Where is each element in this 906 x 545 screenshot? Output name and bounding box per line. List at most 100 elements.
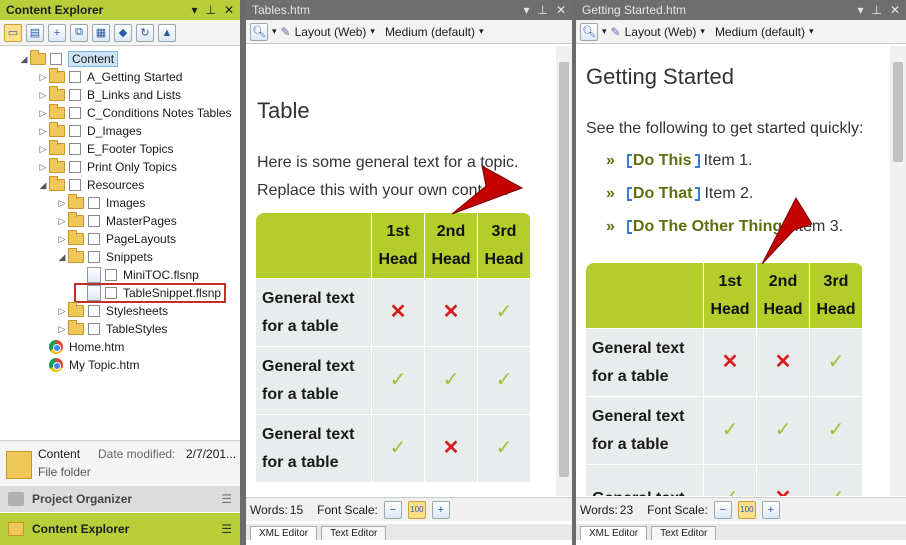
tree-checkbox[interactable] [88,323,100,335]
bullet-link[interactable]: Do This [633,152,692,169]
chevron-down-icon[interactable]: ▾ [370,26,375,37]
collapsed-arrow-icon[interactable]: ▷ [37,126,49,137]
zoom-out-icon[interactable]: − [713,500,732,519]
zoom-icon[interactable]: 🔍︎ [580,22,598,41]
tree-checkbox[interactable] [69,89,81,101]
tab-xml-editor[interactable]: XML Editor [250,526,318,540]
tree-checkbox[interactable] [69,179,81,191]
copy-icon[interactable]: ⧉ [70,23,88,42]
zoom-100-icon[interactable]: 100 [407,500,426,519]
zoom-100-icon[interactable]: 100 [737,500,756,519]
medium-select[interactable]: Medium (default) [385,25,475,39]
collapsed-arrow-icon[interactable]: ▷ [37,72,49,83]
close-icon[interactable]: ✕ [556,3,566,17]
scrollbar-thumb[interactable] [559,62,569,477]
content-table[interactable]: 1st Head 2nd Head 3rd Head General text for a t… [585,262,863,496]
tree-item[interactable]: ◢ Snippets [56,248,153,266]
tree-checkbox[interactable] [69,161,81,173]
tab-xml-editor[interactable]: XML Editor [580,526,648,540]
collapsed-arrow-icon[interactable]: ▷ [56,234,68,245]
tree-checkbox[interactable] [88,197,100,209]
tree-item[interactable]: ▷ Print Only Topics [37,158,177,176]
folder-view-icon[interactable]: ▭ [4,23,22,42]
menu-icon[interactable]: ☰ [221,522,232,536]
collapsed-arrow-icon[interactable]: ▷ [37,162,49,173]
pin-icon[interactable]: ⊥ [537,3,547,17]
layout-select[interactable]: Layout (Web) [625,25,697,39]
properties-icon[interactable]: ◆ [114,23,132,42]
tree-item[interactable]: ▷ PageLayouts [56,230,176,248]
tab-text-editor[interactable]: Text Editor [651,526,717,540]
tree-checkbox[interactable] [88,215,100,227]
editor-content[interactable]: Getting Started See the following to get… [576,46,890,496]
zoom-in-icon[interactable]: + [761,500,780,519]
pin-icon[interactable]: ⊥ [205,3,215,17]
tree-checkbox[interactable] [69,143,81,155]
chevron-down-icon[interactable]: ▾ [479,26,484,37]
bullet-link[interactable]: Do That [633,185,693,202]
dropdown-icon[interactable]: ▾ [602,26,607,37]
open-icon[interactable]: ▲ [158,23,176,42]
zoom-out-icon[interactable]: − [383,500,402,519]
expanded-arrow-icon[interactable]: ◢ [18,54,30,65]
tree-item[interactable]: ▷ Images [56,194,145,212]
tree-item[interactable]: Home.htm [37,338,124,356]
tree-item[interactable]: ▷ TableStyles [56,320,167,338]
tree-item[interactable]: ◢ Resources [37,176,144,194]
dropdown-icon[interactable]: ▾ [857,3,863,17]
tree-checkbox[interactable] [69,107,81,119]
tree-checkbox[interactable] [69,125,81,137]
expanded-arrow-icon[interactable]: ◢ [56,252,68,263]
tree-item[interactable]: ▷ A_Getting Started [37,68,182,86]
zoom-in-icon[interactable]: + [431,500,450,519]
chevron-down-icon[interactable]: ▾ [700,26,705,37]
menu-icon[interactable]: ☰ [221,492,232,506]
refresh-icon[interactable]: ↻ [136,23,154,42]
content-explorer-tab[interactable]: Content Explorer ☰ [0,513,240,545]
tree-checkbox[interactable] [105,269,117,281]
collapsed-arrow-icon[interactable]: ▷ [56,324,68,335]
tree-item[interactable]: ▷ E_Footer Topics [37,140,174,158]
medium-select[interactable]: Medium (default) [715,25,805,39]
tree-checkbox[interactable] [88,233,100,245]
list-view-icon[interactable]: ▤ [26,23,44,42]
dropdown-icon[interactable]: ▾ [191,3,197,17]
tree-checkbox[interactable] [69,71,81,83]
close-icon[interactable]: ✕ [224,3,234,17]
pin-icon[interactable]: ⊥ [871,3,881,17]
tree-checkbox[interactable] [50,53,62,65]
content-table[interactable]: 1st Head 2nd Head 3rd Head General text for a t… [255,212,531,483]
dropdown-icon[interactable]: ▾ [523,3,529,17]
tree-item[interactable]: ▷ B_Links and Lists [37,86,181,104]
tree-item[interactable]: ▷ Stylesheets [56,302,168,320]
tree-checkbox[interactable] [88,251,100,263]
expanded-arrow-icon[interactable]: ◢ [37,180,49,191]
layout-select[interactable]: Layout (Web) [295,25,367,39]
tree-item[interactable]: TableSnippet.flsnp [73,283,227,303]
zoom-icon[interactable]: 🔍︎ [250,22,268,41]
tree-item[interactable]: MiniTOC.flsnp [75,266,199,284]
collapsed-arrow-icon[interactable]: ▷ [37,108,49,119]
tiles-icon[interactable]: ▦ [92,23,110,42]
vertical-scrollbar[interactable] [890,46,906,496]
tree-checkbox[interactable] [105,287,117,299]
collapsed-arrow-icon[interactable]: ▷ [56,198,68,209]
collapsed-arrow-icon[interactable]: ▷ [56,306,68,317]
tree-item[interactable]: ▷ C_Conditions Notes Tables [37,104,232,122]
chevron-down-icon[interactable]: ▾ [809,26,814,37]
tree-item[interactable]: ◢ Content [18,50,119,68]
collapsed-arrow-icon[interactable]: ▷ [37,144,49,155]
tree-checkbox[interactable] [88,305,100,317]
tree-item[interactable]: My Topic.htm [37,356,139,374]
project-organizer-tab[interactable]: Project Organizer ☰ [0,486,240,512]
scrollbar-thumb[interactable] [893,62,903,162]
tree-item[interactable]: ▷ D_Images [37,122,142,140]
collapsed-arrow-icon[interactable]: ▷ [37,90,49,101]
new-item-icon[interactable]: + [48,23,66,42]
editor-content[interactable]: Table Here is some general text for a to… [246,46,556,496]
tab-text-editor[interactable]: Text Editor [321,526,387,540]
vertical-scrollbar[interactable] [556,46,572,496]
dropdown-icon[interactable]: ▾ [272,26,277,37]
tree-item[interactable]: ▷ MasterPages [56,212,177,230]
close-icon[interactable]: ✕ [890,3,900,17]
